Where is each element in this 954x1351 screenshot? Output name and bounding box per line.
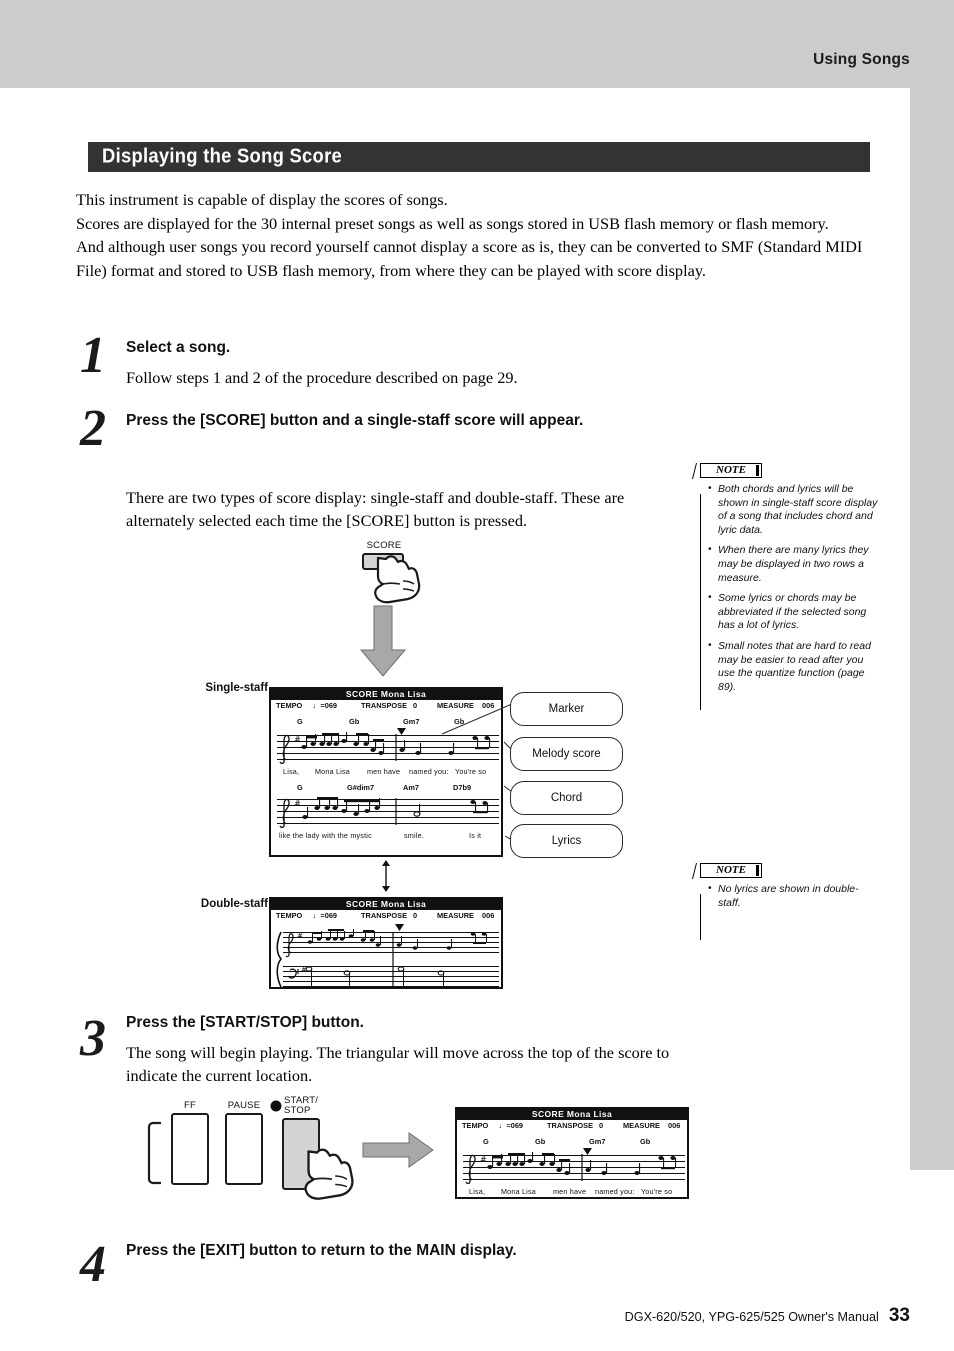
note-item: Both chords and lyrics will be shown in … bbox=[708, 482, 880, 537]
lcd-transpose-label: TRANSPOSE bbox=[361, 911, 407, 920]
step-2-heading: Press the [SCORE] button and a single-st… bbox=[126, 412, 584, 429]
lcd-tempo-label: TEMPO bbox=[462, 1121, 489, 1130]
note-vertical-rule bbox=[700, 894, 701, 940]
lcd-transpose-value: 0 bbox=[413, 911, 418, 920]
partial-button-edge bbox=[147, 1121, 161, 1185]
note-label-2: NOTE bbox=[700, 863, 762, 878]
double-staff-label: Double-staff bbox=[200, 898, 268, 910]
lcd-title-playing: SCORE Mona Lisa bbox=[457, 1109, 687, 1120]
lcd-lyric: Mona Lisa bbox=[501, 1187, 536, 1196]
svg-text:#: # bbox=[297, 932, 303, 940]
lcd-measure-label: MEASURE bbox=[437, 911, 474, 920]
page-footer: DGX-620/520, YPG-625/525 Owner's Manual … bbox=[625, 1305, 910, 1327]
note-item: No lyrics are shown in double-staff. bbox=[708, 882, 880, 910]
note-label-1: NOTE bbox=[700, 463, 762, 478]
lcd-tempo-label: TEMPO bbox=[276, 701, 303, 710]
note-item: Some lyrics or chords may be abbreviated… bbox=[708, 591, 880, 633]
intro-line-1: This instrument is capable of display th… bbox=[76, 190, 448, 209]
lcd-status-row-playing: TEMPO ♩=069 TRANSPOSE 0 MEASURE 006 bbox=[457, 1121, 687, 1131]
pause-button-caption: PAUSE bbox=[227, 1100, 261, 1111]
ff-button[interactable] bbox=[171, 1113, 209, 1185]
lcd-tempo-value: ♩=069 bbox=[499, 1121, 524, 1130]
intro-line-3: And although user songs you record yours… bbox=[76, 237, 863, 280]
lcd-measure-label: MEASURE bbox=[623, 1121, 660, 1130]
lcd-tempo-value: ♩=069 bbox=[313, 911, 338, 920]
lcd-chord: Gm7 bbox=[589, 1137, 606, 1146]
single-staff-label: Single-staff bbox=[205, 682, 268, 694]
pointing-hand-icon bbox=[304, 1148, 354, 1200]
lcd-lyric: Lisa, bbox=[283, 767, 300, 776]
lcd-chord: G bbox=[297, 783, 303, 792]
callout-chord: Chord bbox=[510, 781, 623, 815]
lcd-lyric: men have bbox=[367, 767, 401, 776]
grand-staff: # # bbox=[276, 929, 499, 987]
lcd-chord: Gb bbox=[535, 1137, 546, 1146]
lcd-playing: SCORE Mona Lisa TEMPO ♩=069 TRANSPOSE 0 … bbox=[455, 1107, 689, 1199]
step-1-body: Follow steps 1 and 2 of the procedure de… bbox=[126, 368, 518, 387]
step-3-heading: Press the [START/STOP] button. bbox=[126, 1014, 364, 1031]
footer-manual-title: DGX-620/520, YPG-625/525 Owner's Manual bbox=[624, 1310, 879, 1324]
lcd-chord: G bbox=[483, 1137, 489, 1146]
lcd-double-staff: SCORE Mona Lisa TEMPO ♩=069 TRANSPOSE 0 … bbox=[269, 897, 503, 989]
note-item: When there are many lyrics they may be d… bbox=[708, 543, 880, 585]
step-4-heading: Press the [EXIT] button to return to the… bbox=[126, 1242, 517, 1259]
callout-melody-score: Melody score bbox=[510, 737, 623, 771]
note-box-single-staff: NOTE Both chords and lyrics will be show… bbox=[692, 463, 880, 710]
lcd-measure-value: 006 bbox=[482, 911, 495, 920]
pause-button[interactable] bbox=[225, 1113, 263, 1185]
pointing-hand-icon bbox=[374, 555, 421, 604]
marker-triangle-icon bbox=[395, 924, 404, 931]
callout-lyrics: Lyrics bbox=[510, 824, 623, 858]
step-3-body: The song will begin playing. The triangu… bbox=[126, 1043, 670, 1085]
step-1-heading: Select a song. bbox=[126, 339, 231, 356]
lcd-measure-value: 006 bbox=[668, 1121, 681, 1130]
start-stop-caption-line2: STOP bbox=[284, 1105, 311, 1116]
lcd-lyric: Mona Lisa bbox=[315, 767, 350, 776]
step-2-body: There are two types of score display: si… bbox=[126, 488, 625, 530]
section-heading-text: Displaying the Song Score bbox=[102, 145, 343, 168]
note-vertical-rule bbox=[700, 494, 701, 710]
lcd-status-row-double: TEMPO ♩=069 TRANSPOSE 0 MEASURE 006 bbox=[271, 911, 501, 921]
melody-staff-playing: # bbox=[463, 1152, 685, 1185]
section-heading-bar: Displaying the Song Score bbox=[88, 142, 870, 172]
note-item: Small notes that are hard to read may be… bbox=[708, 639, 880, 694]
intro-paragraph: This instrument is capable of display th… bbox=[76, 188, 876, 282]
step-2-number: 2 bbox=[80, 400, 106, 457]
page-content: Displaying the Song Score This instrumen… bbox=[0, 0, 954, 1351]
lcd-transpose-label: TRANSPOSE bbox=[547, 1121, 593, 1130]
note-box-double-staff: NOTE No lyrics are shown in double-staff… bbox=[692, 863, 880, 940]
lcd-chord: G bbox=[297, 717, 303, 726]
right-arrow-icon bbox=[362, 1132, 434, 1168]
score-button-caption: SCORE bbox=[366, 540, 402, 551]
toggle-arrow-icon bbox=[382, 860, 390, 892]
down-arrow-icon bbox=[359, 605, 407, 677]
callout-marker: Marker bbox=[510, 692, 623, 726]
lcd-chord: G#dim7 bbox=[347, 783, 375, 792]
step-4-number: 4 bbox=[80, 1236, 106, 1293]
lcd-lyric: like the lady with the mystic bbox=[279, 831, 372, 840]
svg-text:#: # bbox=[294, 799, 301, 808]
lcd-chord: Gb bbox=[349, 717, 360, 726]
lcd-chord: Gb bbox=[640, 1137, 651, 1146]
note-items-1: Both chords and lyrics will be shown in … bbox=[694, 479, 880, 694]
start-stop-button-caption: START/ STOP bbox=[284, 1096, 332, 1116]
lcd-lyric: named you: bbox=[595, 1187, 635, 1196]
start-stop-led-icon bbox=[270, 1100, 282, 1112]
lcd-lyric: men have bbox=[553, 1187, 587, 1196]
svg-text:#: # bbox=[480, 1155, 487, 1164]
callout-leader-lines bbox=[441, 703, 513, 841]
lcd-title-double: SCORE Mona Lisa bbox=[271, 899, 501, 910]
step-1-number: 1 bbox=[80, 327, 106, 384]
step-3-number: 3 bbox=[80, 1010, 106, 1067]
lcd-tempo-value: ♩=069 bbox=[313, 701, 338, 710]
lcd-transpose-value: 0 bbox=[599, 1121, 604, 1130]
lcd-lyric: You're so bbox=[641, 1187, 673, 1196]
intro-line-2: Scores are displayed for the 30 internal… bbox=[76, 213, 829, 233]
page-number: 33 bbox=[888, 1305, 910, 1326]
svg-text:#: # bbox=[294, 735, 301, 744]
note-items-2: No lyrics are shown in double-staff. bbox=[694, 879, 880, 910]
lcd-lyric: Lisa, bbox=[469, 1187, 486, 1196]
ff-button-caption: FF bbox=[183, 1100, 196, 1111]
lcd-tempo-label: TEMPO bbox=[276, 911, 303, 920]
